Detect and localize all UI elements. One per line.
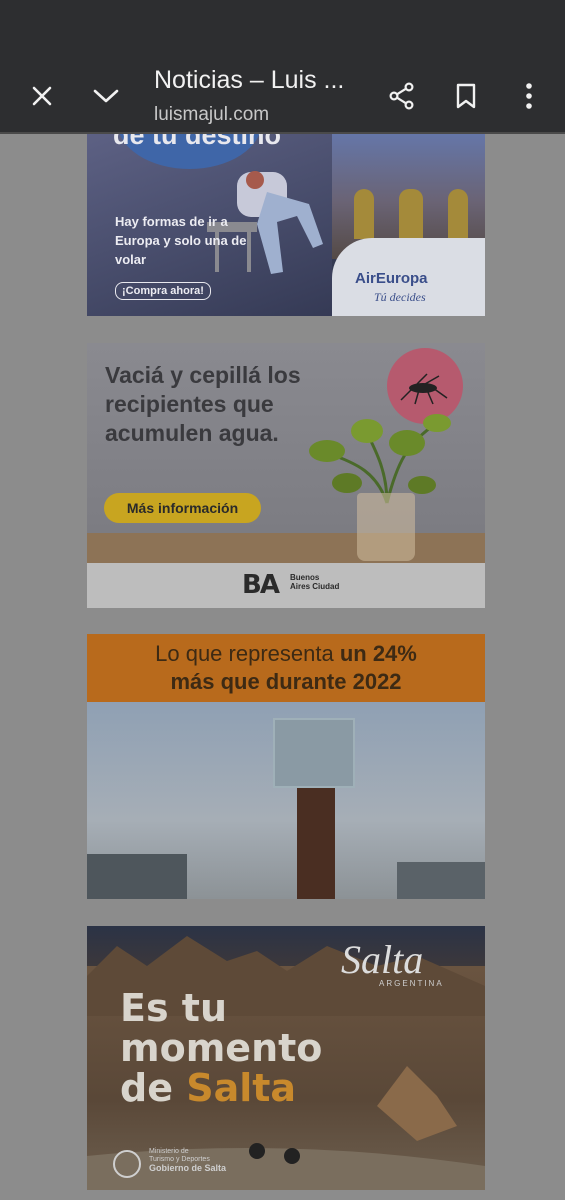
arch — [354, 189, 374, 239]
tourism-stat-banner[interactable]: Lo que representa un 24% más que durante… — [87, 634, 485, 899]
page-title[interactable]: Noticias – Luis ... — [154, 66, 374, 95]
terminal-building — [87, 854, 187, 899]
arch — [448, 189, 468, 239]
ad-headline: Es tu momento de Salta — [120, 988, 322, 1108]
headline-bold: un 24% — [339, 641, 417, 666]
headline-line3b: Salta — [186, 1066, 297, 1110]
close-button[interactable] — [18, 72, 66, 120]
salta-tourism-ad[interactable]: Salta ARGENTINA Es tu momento de Salta M… — [87, 926, 485, 1190]
glass-vase — [357, 493, 415, 561]
bookmark-button[interactable] — [442, 72, 490, 120]
air-europa-logo: AirEuropa — [355, 270, 428, 287]
share-icon — [389, 82, 414, 110]
ministry-line2: Turismo y Deportes — [149, 1156, 210, 1163]
more-info-button[interactable]: Más información — [104, 493, 261, 523]
share-button[interactable] — [378, 72, 426, 120]
headline-line1: Es tu — [120, 986, 228, 1030]
headline-bold-line2: más que durante 2022 — [170, 669, 402, 694]
more-options-button[interactable] — [505, 72, 553, 120]
ba-ciudad-ad[interactable]: Vaciá y cepillá los recipientes que acum… — [87, 343, 485, 608]
headline-line3a: de — [120, 1066, 187, 1110]
close-icon — [32, 86, 52, 106]
custom-tab-toolbar: Noticias – Luis ... luismajul.com — [0, 0, 565, 134]
control-tower-shaft — [297, 788, 335, 899]
terminal-building — [397, 862, 485, 899]
chevron-down-icon — [93, 89, 119, 103]
more-vert-icon — [526, 83, 532, 109]
ba-logo-subtitle: Buenos Aires Ciudad — [290, 573, 340, 591]
air-europa-tagline: Tú decides — [374, 290, 426, 304]
ad-headline: de tu destino — [113, 134, 281, 150]
ministry-line1: Ministerio de — [149, 1148, 189, 1155]
buy-now-button[interactable]: ¡Compra ahora! — [115, 282, 211, 300]
ad-footer — [87, 563, 485, 608]
table-surface — [87, 533, 485, 563]
headline-line2: momento — [120, 1026, 323, 1070]
ministry-credit: Ministerio de Turismo y Deportes Gobiern… — [115, 1148, 227, 1173]
ad-copy: Hay formas de ir a Europa y solo una de … — [115, 214, 247, 267]
headline-text: Lo que representa un 24% más que durante… — [87, 640, 485, 696]
page-url[interactable]: luismajul.com — [154, 104, 269, 126]
air-europa-ad[interactable]: de tu destino Hay formas de ir a Europa … — [87, 134, 485, 316]
ministry-line3: Gobierno de Salta — [149, 1163, 227, 1173]
ba-logo: BA — [242, 570, 280, 600]
salta-logo-subtitle: ARGENTINA — [379, 979, 444, 988]
headline-normal: Lo que representa — [155, 641, 340, 666]
salta-logo: Salta — [341, 937, 424, 982]
control-tower-cab — [273, 718, 355, 788]
minimize-button[interactable] — [82, 72, 130, 120]
bookmark-icon — [456, 83, 476, 109]
arch — [399, 189, 423, 239]
